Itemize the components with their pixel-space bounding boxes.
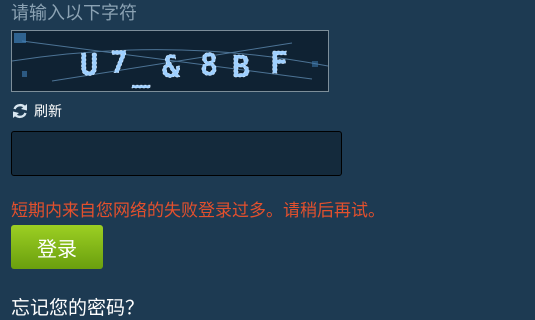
refresh-label: 刷新	[34, 104, 62, 120]
login-button[interactable]: 登录	[11, 225, 103, 269]
captcha-character: &	[162, 50, 181, 85]
captcha-character: B	[232, 50, 250, 85]
captcha-character: _	[132, 54, 151, 89]
error-message: 短期内来自您网络的失败登录过多。请稍后再试。	[11, 201, 385, 221]
captcha-character: 8	[200, 48, 218, 83]
captcha-character: F	[270, 46, 288, 81]
captcha-input[interactable]	[11, 131, 342, 176]
refresh-captcha-link[interactable]: 刷新	[11, 101, 62, 121]
forgot-password-link[interactable]: 忘记您的密码？	[11, 293, 144, 320]
refresh-icon	[11, 102, 29, 120]
captcha-character: 7	[110, 46, 128, 81]
captcha-character: U	[80, 48, 98, 83]
captcha-image: U 7 _ & 8 B F	[11, 30, 329, 92]
captcha-prompt: 请输入以下字符	[11, 3, 137, 24]
